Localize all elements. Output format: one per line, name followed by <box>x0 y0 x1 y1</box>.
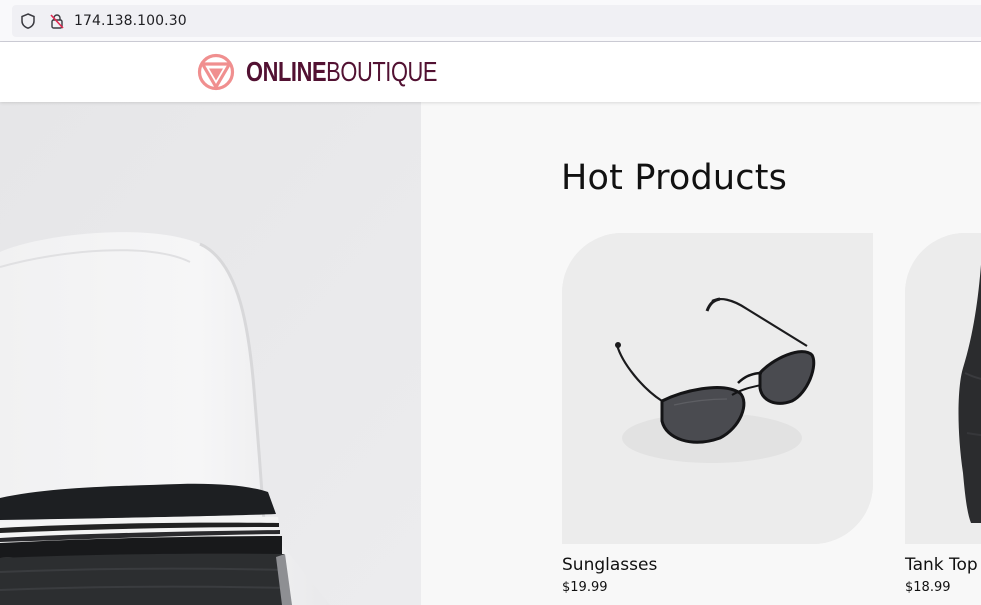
section-title: Hot Products <box>561 158 788 198</box>
address-bar[interactable]: 174.138.100.30 <box>12 5 981 37</box>
hero-image <box>0 102 421 605</box>
site-header: ONLINEBOUTIQUE <box>0 42 981 102</box>
product-card-tank-top[interactable]: Tank Top $18.99 <box>905 233 981 595</box>
logo-text-bold: ONLINE <box>246 56 327 87</box>
sunglasses-illustration <box>562 233 873 544</box>
logo-wordmark: ONLINEBOUTIQUE <box>246 56 438 87</box>
hot-products-section: Hot Products Sunglasses $19.99 Tank Top … <box>421 102 981 605</box>
browser-toolbar: 174.138.100.30 <box>0 0 981 42</box>
product-price: $18.99 <box>905 580 951 595</box>
product-card-sunglasses[interactable]: Sunglasses $19.99 <box>562 233 873 595</box>
logo-text-light: BOUTIQUE <box>326 56 438 87</box>
sunglasses-image[interactable] <box>562 233 873 544</box>
product-price: $19.99 <box>562 580 608 595</box>
lock-icon[interactable] <box>48 12 66 30</box>
url-text[interactable]: 174.138.100.30 <box>74 13 187 29</box>
product-name[interactable]: Sunglasses <box>562 555 873 575</box>
tank-top-image[interactable] <box>905 233 981 544</box>
shield-icon[interactable] <box>19 12 37 30</box>
product-name[interactable]: Tank Top <box>905 555 981 575</box>
site-logo[interactable]: ONLINEBOUTIQUE <box>196 51 491 93</box>
tank-top-illustration <box>905 233 981 544</box>
boutique-logo-icon <box>196 52 236 92</box>
hero-chair-clothes-illustration <box>0 102 421 605</box>
